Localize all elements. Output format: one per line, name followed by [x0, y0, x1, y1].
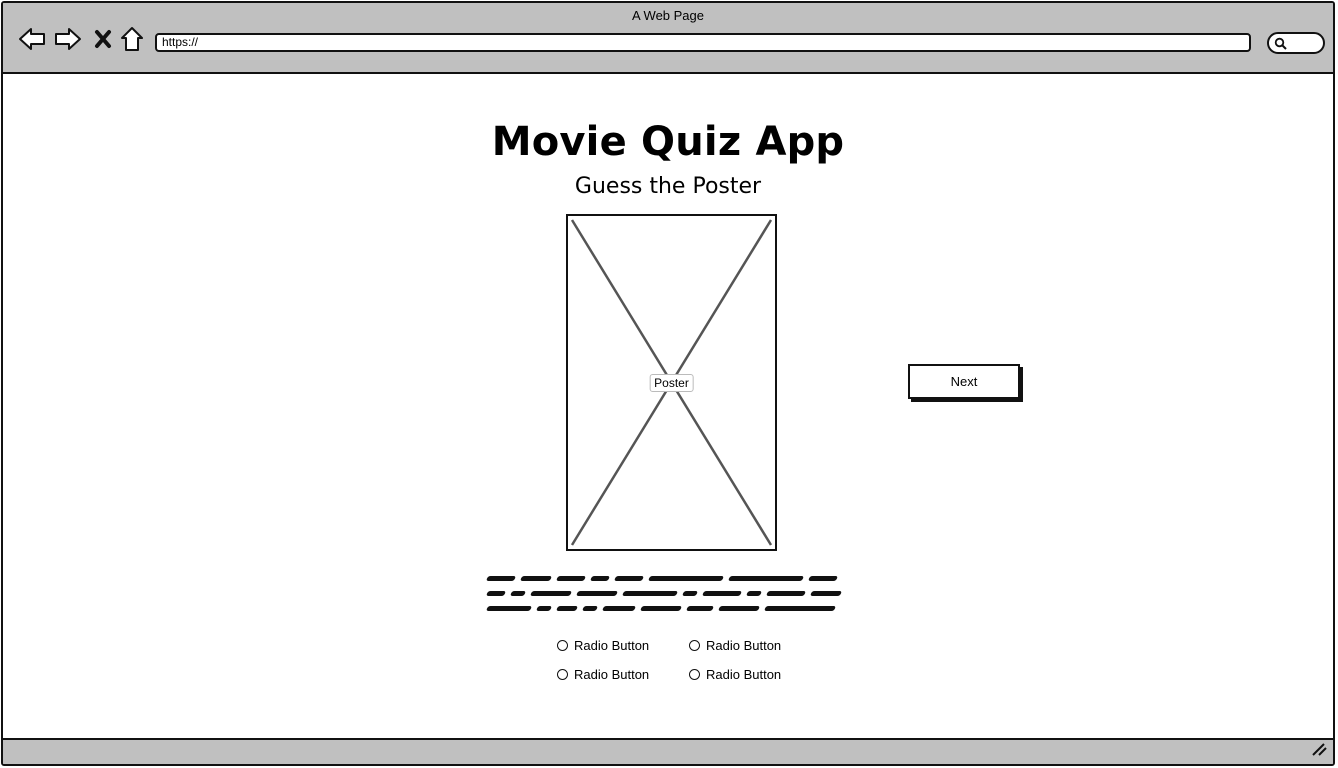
resize-handle-icon[interactable] — [1311, 741, 1327, 760]
scribble-line — [485, 583, 853, 598]
browser-window: A Web Page https:// Movie Quiz App Guess… — [1, 1, 1335, 766]
next-button[interactable]: Next — [908, 364, 1020, 399]
question-text-placeholder — [485, 568, 853, 613]
back-icon[interactable] — [17, 23, 47, 55]
browser-toolbar: A Web Page https:// — [3, 3, 1333, 74]
status-bar — [3, 738, 1333, 764]
radio-option-4[interactable]: Radio Button — [689, 667, 781, 682]
radio-label: Radio Button — [574, 667, 650, 682]
radio-circle[interactable] — [689, 669, 700, 680]
radio-label: Radio Button — [706, 667, 782, 682]
window-title: A Web Page — [631, 8, 705, 23]
home-icon[interactable] — [117, 23, 147, 55]
radio-label: Radio Button — [574, 638, 650, 653]
radio-option-2[interactable]: Radio Button — [689, 638, 781, 653]
radio-circle[interactable] — [689, 640, 700, 651]
scribble-line — [485, 568, 853, 583]
radio-circle[interactable] — [557, 640, 568, 651]
poster-image-placeholder: Poster — [566, 214, 777, 551]
radio-option-1[interactable]: Radio Button — [557, 638, 649, 653]
radio-label: Radio Button — [706, 638, 782, 653]
close-icon[interactable] — [88, 23, 118, 55]
radio-circle[interactable] — [557, 669, 568, 680]
search-icon — [1274, 37, 1287, 50]
forward-icon[interactable] — [53, 23, 83, 55]
poster-label: Poster — [649, 373, 694, 392]
page-subtitle: Guess the Poster — [574, 174, 762, 199]
page-title: Movie Quiz App — [491, 119, 845, 165]
scribble-line — [485, 598, 853, 613]
url-input[interactable]: https:// — [155, 33, 1251, 52]
search-field[interactable] — [1267, 32, 1325, 54]
radio-option-3[interactable]: Radio Button — [557, 667, 649, 682]
